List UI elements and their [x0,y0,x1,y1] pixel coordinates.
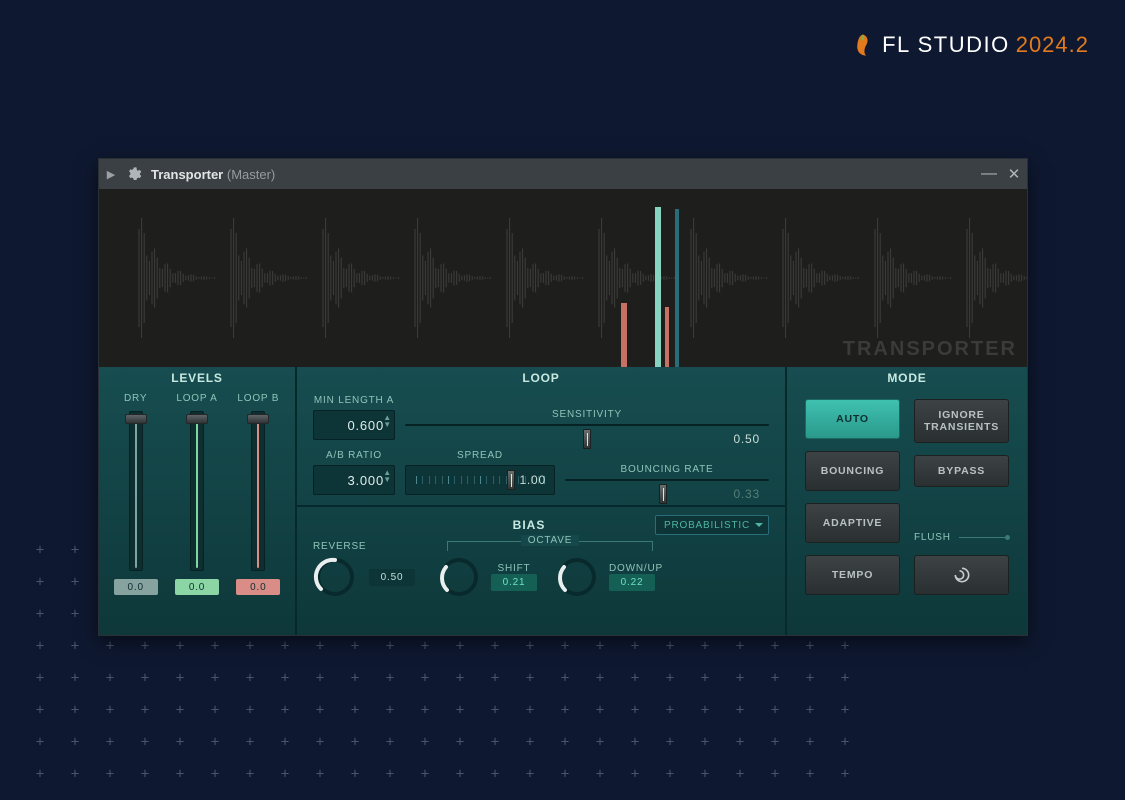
sensitivity-slider[interactable]: 0.50 [405,424,769,426]
downup-knob[interactable] [555,555,599,599]
fl-studio-logo-icon [850,32,876,58]
levels-title: LEVELS [99,367,295,389]
downup-value[interactable]: 0.22 [609,574,655,591]
loopA-label: LOOP A [176,393,217,411]
ignore-transients-button[interactable]: IGNORE TRANSIENTS [914,399,1009,443]
loopA-level-col: LOOP A 0.0 [170,393,224,595]
marker-loop-b-end [665,307,669,367]
spread-handle[interactable] [507,470,515,490]
spread-label: SPREAD [405,450,555,461]
mode-adaptive-button[interactable]: ADAPTIVE [805,503,900,543]
window-title: Transporter (Master) [145,167,275,182]
stepper-arrows-icon[interactable]: ▲▼ [383,414,392,428]
bias-title: BIAS [403,518,655,532]
bouncingrate-label: BOUNCING RATE [565,464,769,475]
settings-gear-icon[interactable] [123,163,145,185]
reverse-label: REVERSE [313,541,366,552]
octave-label: OCTAVE [521,535,579,546]
minimize-button[interactable]: — [977,169,1001,179]
shift-knob[interactable] [437,555,481,599]
reverse-knob[interactable] [313,555,357,599]
loopB-label: LOOP B [237,393,279,411]
expand-toggle-icon[interactable]: ▶ [99,168,123,181]
mode-tempo-button[interactable]: TEMPO [805,555,900,595]
marker-loop-a [655,207,661,367]
flush-label: FLUSH [914,532,951,543]
loopA-value[interactable]: 0.0 [175,579,219,595]
reverse-value[interactable]: 0.50 [369,569,415,586]
mode-title: MODE [787,367,1027,389]
loopB-value[interactable]: 0.0 [236,579,280,595]
bouncingrate-value: 0.33 [733,487,760,501]
sensitivity-handle[interactable] [583,429,591,449]
bias-mode-dropdown[interactable]: PROBABILISTIC [655,515,769,535]
plugin-window: ▶ Transporter (Master) — ✕ TRANSPORTER L… [98,158,1028,636]
titlebar[interactable]: ▶ Transporter (Master) — ✕ [99,159,1027,189]
abratio-label: A/B RATIO [313,450,395,461]
minlength-input[interactable]: 0.600 ▲▼ [313,410,395,440]
plugin-watermark: TRANSPORTER [843,338,1017,361]
spread-slider[interactable]: 1.00 [405,465,555,495]
loopA-slider-handle[interactable] [186,414,208,424]
spread-value: 1.00 [519,473,546,487]
control-panel: LEVELS DRY 0.0 LOOP A 0.0 [99,367,1027,635]
brand-badge: FL STUDIO 2024.2 [850,32,1089,58]
dry-level-col: DRY 0.0 [109,393,163,595]
mode-auto-button[interactable]: AUTO [805,399,900,439]
loop-section: LOOP MIN LENGTH A 0.600 ▲▼ SENSITIVITY [297,367,787,635]
bouncingrate-handle[interactable] [659,484,667,504]
loopA-slider[interactable] [190,411,204,571]
flush-button[interactable] [914,555,1009,595]
dry-slider-handle[interactable] [125,414,147,424]
bouncingrate-slider[interactable]: 0.33 [565,479,769,481]
dry-value[interactable]: 0.0 [114,579,158,595]
loop-title: LOOP [297,367,785,389]
marker-playhead [675,209,679,367]
shift-label: SHIFT [491,563,537,574]
marker-loop-b-start [621,303,627,367]
loopB-slider-handle[interactable] [247,414,269,424]
sensitivity-label: SENSITIVITY [405,409,769,420]
mode-bouncing-button[interactable]: BOUNCING [805,451,900,491]
loopB-slider[interactable] [251,411,265,571]
shift-value[interactable]: 0.21 [491,574,537,591]
abratio-input[interactable]: 3.000 ▲▼ [313,465,395,495]
dry-label: DRY [124,393,147,411]
waveform-display[interactable]: TRANSPORTER [99,189,1027,367]
sensitivity-value: 0.50 [733,432,760,446]
dry-slider[interactable] [129,411,143,571]
bypass-button[interactable]: BYPASS [914,455,1009,487]
brand-version: 2024.2 [1016,32,1089,58]
flush-spiral-icon [952,565,972,585]
flush-connector [959,537,1009,538]
minlength-label: MIN LENGTH A [313,395,395,406]
close-button[interactable]: ✕ [1001,165,1027,183]
levels-section: LEVELS DRY 0.0 LOOP A 0.0 [99,367,297,635]
stepper-arrows-icon[interactable]: ▲▼ [383,469,392,483]
brand-name: FL STUDIO [882,32,1010,58]
mode-section: MODE AUTO BOUNCING ADAPTIVE TEMPO IGNORE… [787,367,1027,635]
loopB-level-col: LOOP B 0.0 [231,393,285,595]
downup-label: DOWN/UP [609,563,663,574]
